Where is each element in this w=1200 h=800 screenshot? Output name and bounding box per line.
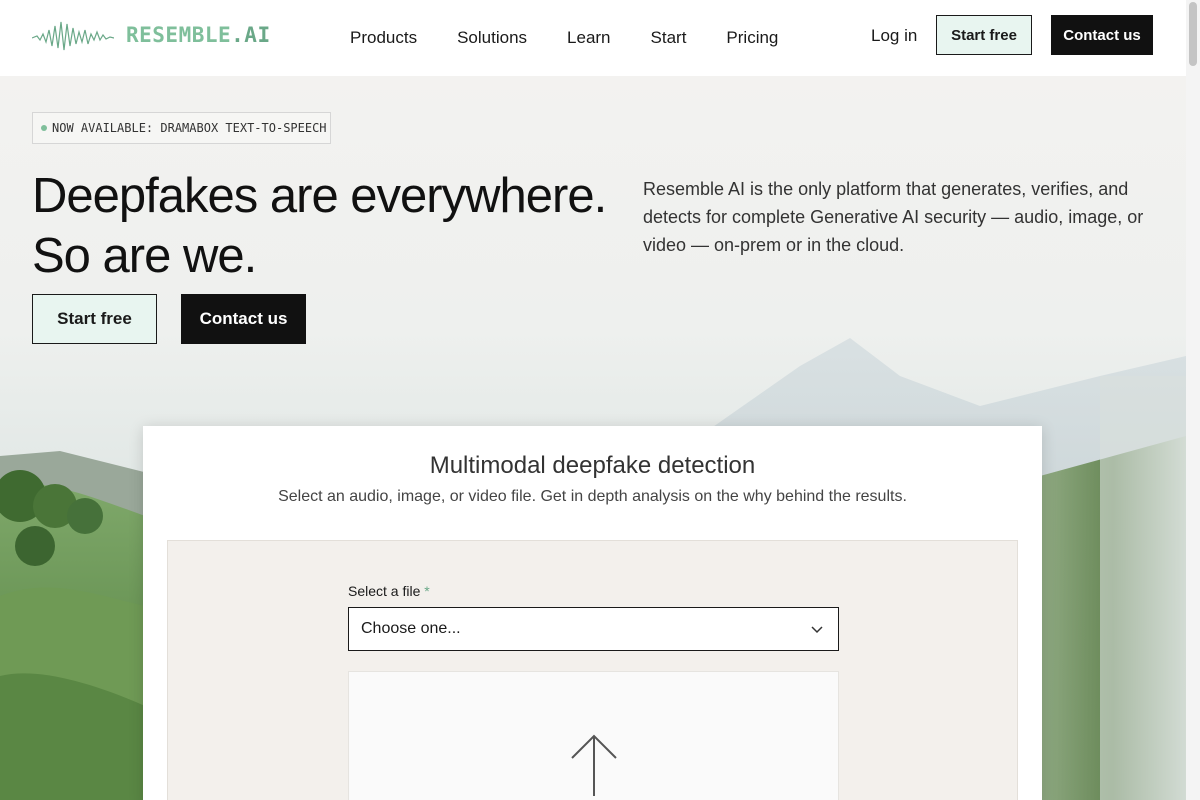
file-select-value: Choose one...: [361, 620, 461, 637]
waveform-icon: [32, 21, 114, 51]
upload-arrow-icon: [571, 734, 617, 796]
headline-line-2: So are we.: [32, 229, 257, 283]
required-marker: *: [424, 583, 430, 599]
hero-headline: Deepfakes are everywhere. So are we.: [32, 166, 632, 286]
headline-line-1: Deepfakes are everywhere.: [32, 169, 607, 223]
deepfake-detection-card: Multimodal deepfake detection Select an …: [143, 426, 1042, 800]
hero-contact-button[interactable]: Contact us: [181, 294, 306, 344]
nav-item-products[interactable]: Products: [350, 28, 417, 48]
file-field-label: Select a file *: [348, 583, 430, 599]
nav-item-pricing[interactable]: Pricing: [726, 28, 778, 48]
page-scrollbar[interactable]: [1186, 0, 1200, 800]
nav-item-solutions[interactable]: Solutions: [457, 28, 527, 48]
chevron-down-icon: [811, 626, 823, 634]
file-dropzone[interactable]: [348, 671, 839, 800]
logo-wordmark: RESEMBLE.AI: [126, 23, 271, 47]
top-navigation: RESEMBLE.AI Products Solutions Learn Sta…: [0, 0, 1186, 76]
announcement-badge[interactable]: NOW AVAILABLE: DRAMABOX TEXT-TO-SPEECH: [32, 112, 331, 144]
nav-item-learn[interactable]: Learn: [567, 28, 610, 48]
file-select[interactable]: Choose one...: [348, 607, 839, 651]
nav-links: Products Solutions Learn Start Pricing: [350, 0, 818, 76]
nav-start-free-button[interactable]: Start free: [936, 15, 1032, 55]
hero-start-free-button[interactable]: Start free: [32, 294, 157, 344]
badge-text: NOW AVAILABLE: DRAMABOX TEXT-TO-SPEECH: [52, 121, 327, 135]
card-subtitle: Select an audio, image, or video file. G…: [278, 488, 907, 505]
upload-panel: Select a file * Choose one...: [167, 540, 1018, 800]
status-dot-icon: [41, 125, 47, 131]
hero-description: Resemble AI is the only platform that ge…: [643, 179, 1144, 255]
nav-contact-button[interactable]: Contact us: [1051, 15, 1153, 55]
login-link[interactable]: Log in: [871, 26, 917, 46]
resemble-logo[interactable]: RESEMBLE.AI: [32, 16, 271, 54]
card-title: Multimodal deepfake detection: [429, 452, 756, 479]
scrollbar-thumb[interactable]: [1189, 2, 1197, 66]
nav-item-start[interactable]: Start: [651, 28, 687, 48]
